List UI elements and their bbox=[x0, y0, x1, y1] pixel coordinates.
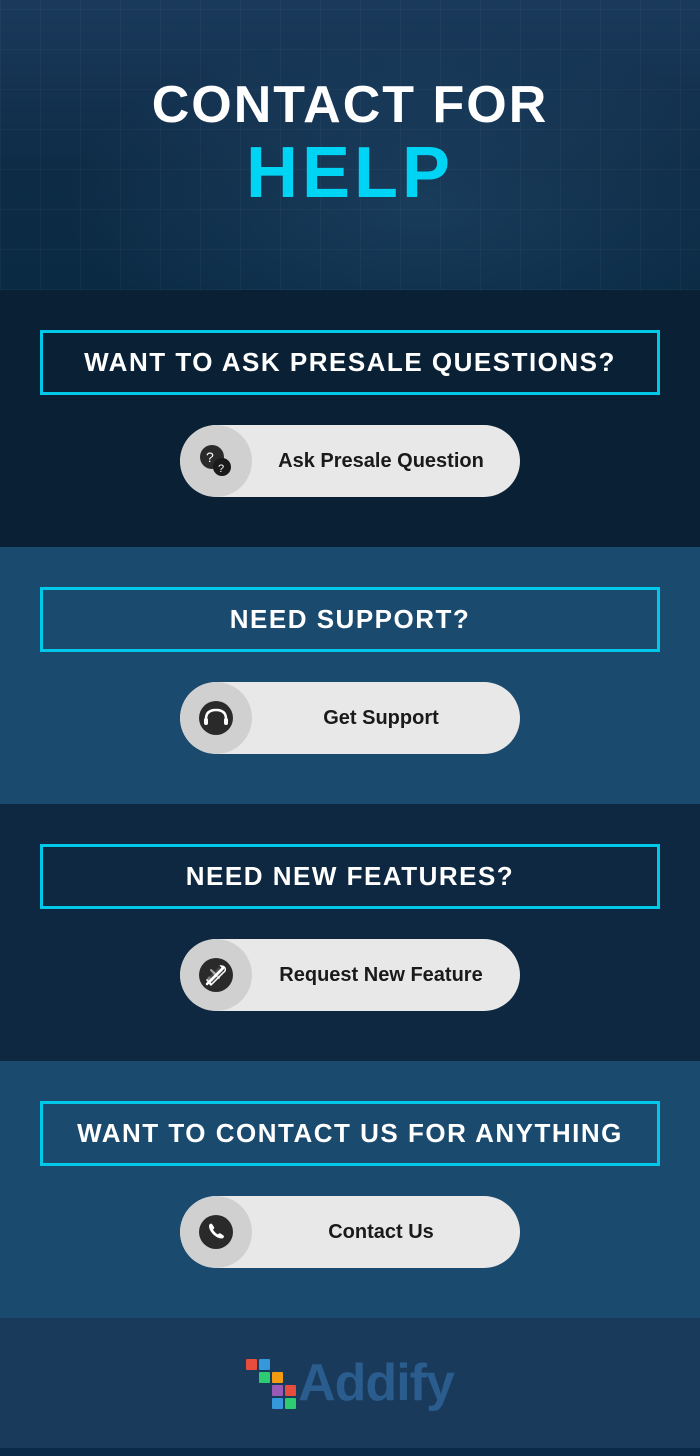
chat-icon: ? ? bbox=[180, 425, 252, 497]
presale-label: WANT TO ASK PRESALE QUESTIONS? bbox=[84, 347, 616, 377]
contact-label-box: WANT TO CONTACT US FOR ANYTHING bbox=[40, 1101, 660, 1166]
hero-section: CONTACT FOR HELP bbox=[0, 0, 700, 290]
support-label-box: NEED SUPPORT? bbox=[40, 587, 660, 652]
get-support-button[interactable]: Get Support bbox=[180, 682, 520, 754]
contact-label: WANT TO CONTACT US FOR ANYTHING bbox=[77, 1118, 623, 1148]
headphones-icon bbox=[180, 682, 252, 754]
svg-text:?: ? bbox=[206, 449, 214, 465]
brand-name: Addify bbox=[298, 1353, 454, 1413]
presale-section: WANT TO ASK PRESALE QUESTIONS? ? ? Ask P… bbox=[0, 290, 700, 547]
hero-line2: HELP bbox=[152, 134, 549, 213]
wrench-icon bbox=[180, 939, 252, 1011]
request-feature-button[interactable]: Request New Feature bbox=[180, 939, 520, 1011]
features-section: NEED NEW FEATURES? Request New Feature bbox=[0, 804, 700, 1061]
addify-icon bbox=[246, 1359, 294, 1407]
presale-label-box: WANT TO ASK PRESALE QUESTIONS? bbox=[40, 330, 660, 395]
hero-line1: CONTACT FOR bbox=[152, 77, 549, 134]
support-label: NEED SUPPORT? bbox=[230, 604, 471, 634]
contact-us-button[interactable]: Contact Us bbox=[180, 1196, 520, 1268]
support-section: NEED SUPPORT? Get Support bbox=[0, 547, 700, 804]
features-label-box: NEED NEW FEATURES? bbox=[40, 844, 660, 909]
contact-us-label: Contact Us bbox=[252, 1221, 520, 1244]
svg-text:?: ? bbox=[218, 463, 224, 475]
ask-presale-label: Ask Presale Question bbox=[252, 450, 520, 473]
get-support-label: Get Support bbox=[252, 707, 520, 730]
request-feature-label: Request New Feature bbox=[252, 964, 520, 987]
footer: Addify bbox=[0, 1318, 700, 1448]
features-label: NEED NEW FEATURES? bbox=[186, 861, 514, 891]
addify-logo: Addify bbox=[246, 1353, 454, 1413]
hero-title: CONTACT FOR HELP bbox=[152, 77, 549, 213]
ask-presale-button[interactable]: ? ? Ask Presale Question bbox=[180, 425, 520, 497]
contact-section: WANT TO CONTACT US FOR ANYTHING Contact … bbox=[0, 1061, 700, 1318]
phone-icon bbox=[180, 1196, 252, 1268]
